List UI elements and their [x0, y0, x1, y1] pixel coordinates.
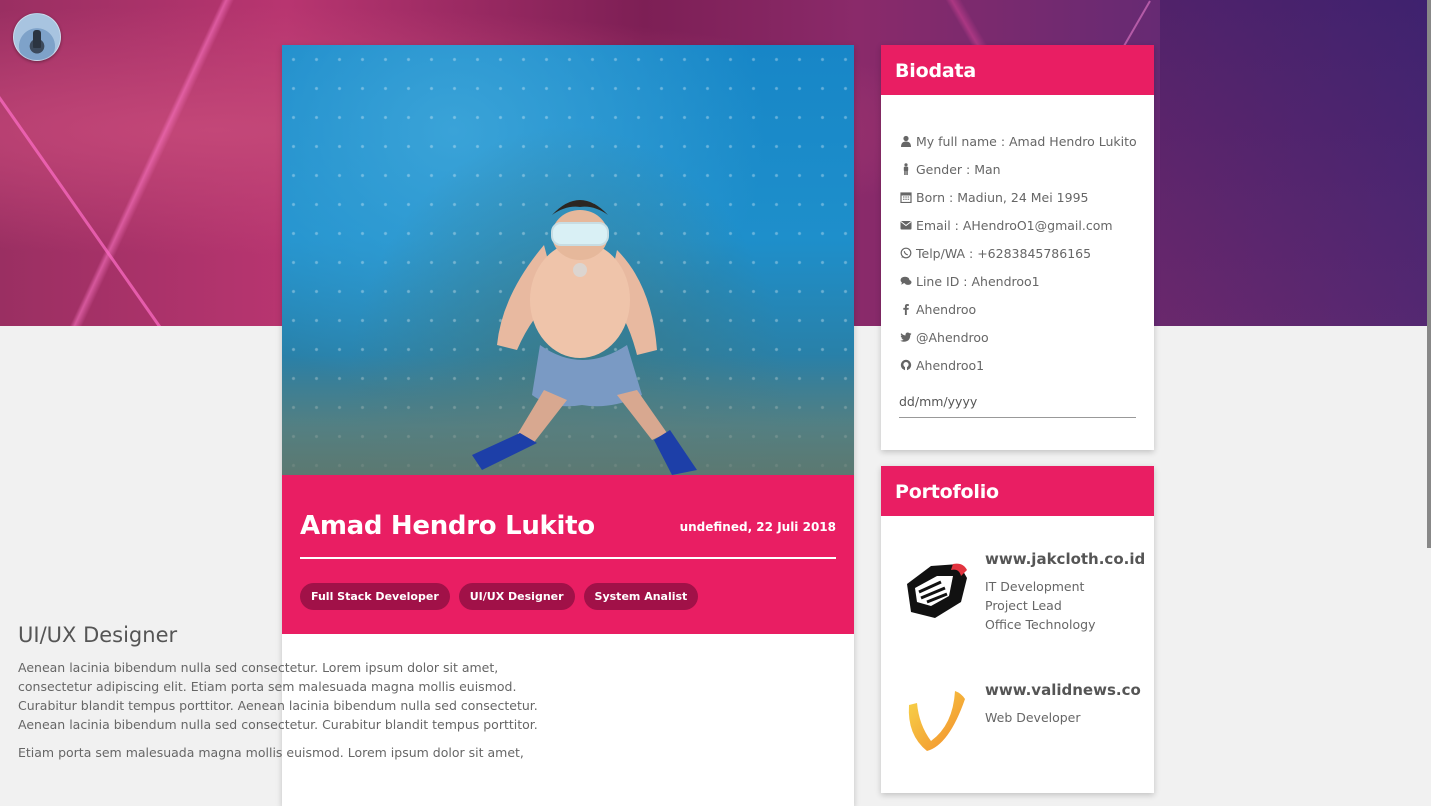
- biodata-list: My full name : Amad Hendro Lukito Gender…: [900, 127, 1137, 379]
- section-title: UI/UX Designer: [18, 623, 178, 647]
- portfolio-site[interactable]: www.validnews.co: [985, 681, 1141, 699]
- bio-row-phone: Telp/WA : +6283845786165: [900, 239, 1137, 267]
- bio-row-gender: Gender : Man: [900, 155, 1137, 183]
- bio-row-email: Email : AHendroO1@gmail.com: [900, 211, 1137, 239]
- comments-icon: [900, 276, 912, 285]
- bio-text: Telp/WA : +6283845786165: [916, 245, 1092, 261]
- bio-text: @Ahendroo: [916, 329, 989, 345]
- section-paragraph: Etiam porta sem malesuada magna mollis e…: [18, 745, 524, 760]
- github-icon: [900, 359, 912, 371]
- bio-row-github[interactable]: Ahendroo1: [900, 351, 1137, 379]
- bio-row-facebook[interactable]: Ahendroo: [900, 295, 1137, 323]
- portfolio-role: Project Lead: [985, 598, 1062, 613]
- male-icon: [903, 163, 909, 175]
- portfolio-title: Portofolio: [881, 466, 1154, 516]
- tag-list: Full Stack Developer UI/UX Designer Syst…: [300, 583, 699, 610]
- bio-text: Ahendroo1: [916, 357, 985, 373]
- portfolio-role: IT Development: [985, 579, 1085, 594]
- jakcloth-logo: [907, 563, 967, 618]
- whatsapp-icon: [900, 247, 912, 259]
- portfolio-card: Portofolio www.jakcloth.co.id IT Develop…: [881, 466, 1154, 793]
- light-streak: [0, 40, 203, 326]
- avatar[interactable]: [13, 13, 61, 61]
- portfolio-site[interactable]: www.jakcloth.co.id: [985, 550, 1145, 568]
- portfolio-roles: IT Development Project Lead Office Techn…: [985, 577, 1095, 634]
- bio-row-twitter[interactable]: @Ahendroo: [900, 323, 1137, 351]
- bio-text: Line ID : Ahendroo1: [916, 273, 1040, 289]
- portfolio-roles: Web Developer: [985, 708, 1081, 727]
- user-icon: [901, 135, 911, 147]
- scrollbar[interactable]: [1427, 0, 1431, 548]
- bio-row-born: Born : Madiun, 24 Mei 1995: [900, 183, 1137, 211]
- name-band: Amad Hendro Lukito undefined, 22 Juli 20…: [282, 475, 854, 634]
- tag-chip[interactable]: Full Stack Developer: [300, 583, 450, 610]
- bio-text: Born : Madiun, 24 Mei 1995: [916, 189, 1089, 205]
- person-name: Amad Hendro Lukito: [300, 511, 595, 541]
- bio-row-name: My full name : Amad Hendro Lukito: [900, 127, 1137, 155]
- bio-text: My full name : Amad Hendro Lukito: [916, 133, 1137, 149]
- biodata-title: Biodata: [881, 45, 1154, 95]
- divider: [300, 557, 836, 559]
- section-paragraph: Aenean lacinia bibendum nulla sed consec…: [18, 660, 538, 732]
- biodata-card: Biodata My full name : Amad Hendro Lukit…: [881, 45, 1154, 450]
- bio-row-line: Line ID : Ahendroo1: [900, 267, 1137, 295]
- tag-chip[interactable]: UI/UX Designer: [458, 583, 575, 610]
- tag-chip[interactable]: System Analist: [583, 583, 699, 610]
- twitter-icon: [900, 332, 912, 342]
- diver-illustration: [472, 200, 697, 475]
- calendar-icon: [900, 192, 912, 203]
- portfolio-role: Web Developer: [985, 710, 1081, 725]
- facebook-icon: [903, 304, 909, 315]
- portfolio-role: Office Technology: [985, 617, 1096, 632]
- banner-shade: [1160, 0, 1431, 326]
- envelope-icon: [900, 221, 912, 230]
- bio-text: Ahendroo: [916, 301, 977, 317]
- avatar-figure: [33, 30, 41, 48]
- validnews-logo: [908, 691, 965, 751]
- bio-text: Email : AHendroO1@gmail.com: [916, 217, 1113, 233]
- bio-text: Gender : Man: [916, 161, 1001, 177]
- profile-photo: [282, 45, 854, 475]
- profile-date: undefined, 22 Juli 2018: [679, 520, 836, 534]
- date-input[interactable]: [899, 385, 1136, 418]
